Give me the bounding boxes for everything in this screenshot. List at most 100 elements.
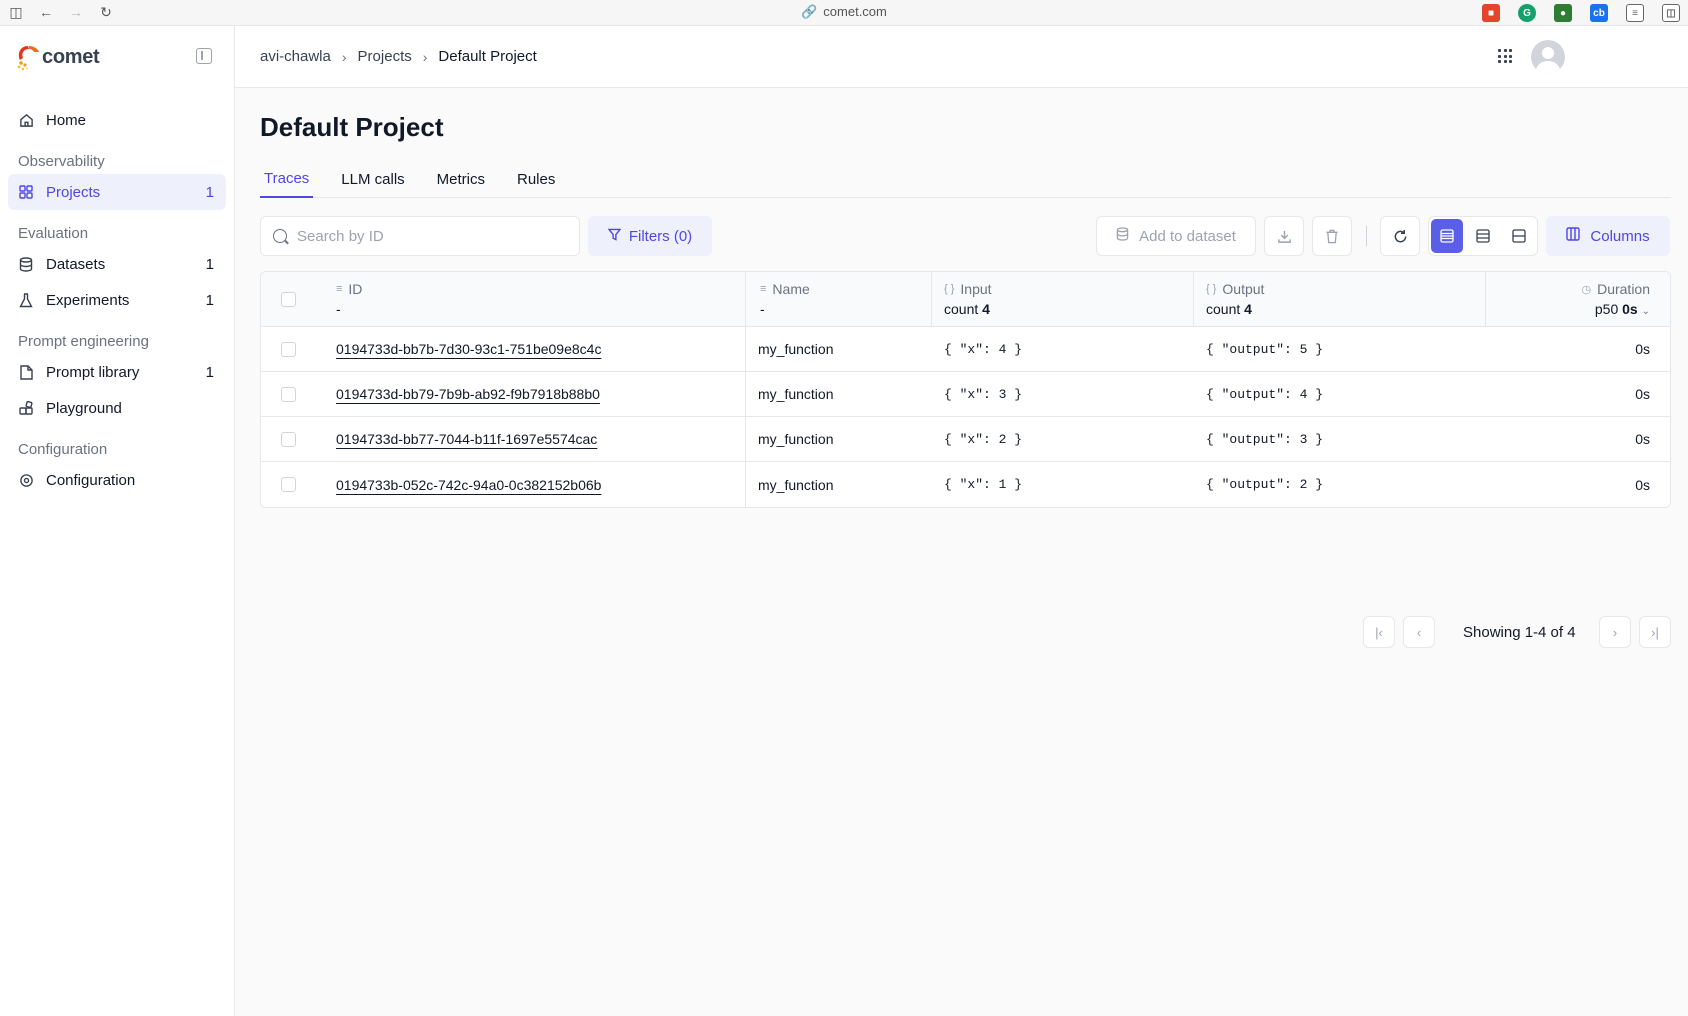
trash-icon bbox=[1326, 229, 1338, 243]
density-large-button[interactable] bbox=[1503, 219, 1535, 253]
sidebar-item-label: Home bbox=[46, 111, 87, 129]
last-page-button[interactable]: ›| bbox=[1639, 616, 1671, 648]
trace-input: { "x": 4 } bbox=[944, 341, 1023, 357]
rows-compact-icon bbox=[1440, 229, 1454, 243]
table-row[interactable]: 0194733b-052c-742c-94a0-0c382152b06b my_… bbox=[261, 462, 1670, 507]
next-page-button[interactable]: › bbox=[1599, 616, 1631, 648]
trace-id-link[interactable]: 0194733d-bb79-7b9b-ab92-f9b7918b88b0 bbox=[336, 386, 600, 402]
extension-icon[interactable]: ≡ bbox=[1626, 4, 1644, 22]
sidebar-item-label: Configuration bbox=[46, 471, 136, 489]
filters-label: Filters (0) bbox=[628, 227, 693, 245]
split-view-icon[interactable]: ◫ bbox=[1662, 4, 1680, 22]
sidebar-item-experiments[interactable]: Experiments 1 bbox=[8, 282, 226, 318]
avatar[interactable] bbox=[1531, 40, 1565, 74]
columns-button[interactable]: Columns bbox=[1546, 216, 1670, 256]
row-checkbox[interactable] bbox=[281, 386, 296, 402]
trace-duration: 0s bbox=[1635, 386, 1650, 402]
extension-icon[interactable]: cb bbox=[1590, 4, 1608, 22]
sidebar-item-configuration[interactable]: Configuration bbox=[8, 462, 226, 498]
search-input[interactable] bbox=[297, 227, 567, 245]
logo[interactable]: comet bbox=[0, 26, 234, 88]
tab-traces[interactable]: Traces bbox=[260, 160, 314, 198]
select-all-cell bbox=[281, 272, 296, 326]
filters-button[interactable]: Filters (0) bbox=[588, 216, 712, 256]
pagination: |‹ ‹ Showing 1-4 of 4 › ›| bbox=[1363, 616, 1671, 650]
page-title: Default Project bbox=[260, 112, 444, 142]
trace-duration: 0s bbox=[1635, 476, 1650, 493]
add-to-dataset-button[interactable]: Add to dataset bbox=[1096, 216, 1256, 256]
refresh-icon bbox=[1394, 229, 1406, 242]
grammarly-icon[interactable]: G bbox=[1518, 4, 1536, 22]
table-row[interactable]: 0194733d-bb7b-7d30-93c1-751be09e8c4c my_… bbox=[261, 327, 1670, 372]
collapse-sidebar-icon[interactable] bbox=[196, 48, 212, 64]
section-evaluation: Evaluation bbox=[18, 225, 89, 242]
breadcrumb: avi-chawla › Projects › Default Project bbox=[260, 48, 537, 65]
row-checkbox[interactable] bbox=[281, 431, 296, 447]
first-page-icon: |‹ bbox=[1375, 624, 1383, 640]
logo-text: comet bbox=[42, 45, 100, 68]
sidebar-item-projects[interactable]: Projects 1 bbox=[8, 174, 226, 210]
extension-icon[interactable]: ■ bbox=[1482, 4, 1500, 22]
tabs: Traces LLM calls Metrics Rules bbox=[260, 160, 1671, 198]
trace-id-link[interactable]: 0194733d-bb7b-7d30-93c1-751be09e8c4c bbox=[336, 341, 601, 357]
breadcrumb-projects[interactable]: Projects bbox=[358, 48, 412, 65]
chevron-down-icon[interactable]: ⌄ bbox=[1642, 306, 1650, 317]
sidebar-item-home[interactable]: Home bbox=[8, 102, 226, 138]
breadcrumb-workspace[interactable]: avi-chawla bbox=[260, 48, 331, 65]
column-header-duration[interactable]: ◷ Duration p50 0s ⌄ bbox=[1581, 281, 1650, 317]
flask-icon bbox=[18, 292, 34, 308]
gear-icon bbox=[18, 472, 34, 488]
search-box[interactable] bbox=[260, 216, 580, 256]
trace-name: my_function bbox=[758, 431, 834, 447]
braces-icon: { } bbox=[944, 283, 955, 295]
columns-icon bbox=[1566, 227, 1581, 245]
sidebar-item-prompt-library[interactable]: Prompt library 1 bbox=[8, 354, 226, 390]
trace-input: { "x": 3 } bbox=[944, 386, 1023, 402]
column-title: Name bbox=[772, 281, 810, 297]
sidebar-item-count: 1 bbox=[205, 363, 214, 381]
column-header-id[interactable]: ≡ ID - bbox=[336, 281, 362, 317]
first-page-button[interactable]: |‹ bbox=[1363, 616, 1395, 648]
table-row[interactable]: 0194733d-bb79-7b9b-ab92-f9b7918b88b0 my_… bbox=[261, 372, 1670, 417]
column-stat: - bbox=[760, 301, 765, 317]
density-medium-button[interactable] bbox=[1467, 219, 1499, 253]
density-compact-button[interactable] bbox=[1431, 219, 1463, 253]
url-bar[interactable]: 🔗 comet.com bbox=[0, 4, 1688, 20]
tab-llm-calls[interactable]: LLM calls bbox=[337, 160, 408, 198]
row-checkbox[interactable] bbox=[281, 477, 296, 492]
row-checkbox[interactable] bbox=[281, 341, 296, 357]
database-icon bbox=[1116, 227, 1129, 245]
apps-grid-icon[interactable] bbox=[1498, 49, 1512, 63]
extension-icon[interactable]: ● bbox=[1554, 4, 1572, 22]
database-icon bbox=[18, 256, 34, 272]
column-stat: - bbox=[336, 301, 341, 317]
refresh-button[interactable] bbox=[1380, 216, 1420, 256]
table-row[interactable]: 0194733d-bb77-7044-b11f-1697e5574cac my_… bbox=[261, 417, 1670, 462]
prev-page-button[interactable]: ‹ bbox=[1403, 616, 1435, 648]
sidebar-item-playground[interactable]: Playground bbox=[8, 390, 226, 426]
trace-name: my_function bbox=[758, 476, 834, 493]
tab-metrics[interactable]: Metrics bbox=[433, 160, 489, 198]
sidebar-item-label: Experiments bbox=[46, 291, 130, 309]
sidebar-item-count: 1 bbox=[205, 291, 214, 309]
tab-rules[interactable]: Rules bbox=[513, 160, 559, 198]
home-icon bbox=[18, 112, 34, 128]
trace-output: { "output": 3 } bbox=[1206, 431, 1324, 447]
delete-button[interactable] bbox=[1312, 216, 1352, 256]
trace-id-link[interactable]: 0194733b-052c-742c-94a0-0c382152b06b bbox=[336, 477, 601, 493]
sidebar-item-count: 1 bbox=[205, 255, 214, 273]
row-density-toggle bbox=[1428, 216, 1538, 256]
column-stat-label: p50 bbox=[1594, 301, 1619, 317]
select-all-checkbox[interactable] bbox=[281, 291, 296, 307]
column-stat-value: 0s bbox=[1622, 301, 1638, 317]
column-header-output[interactable]: { } Output count 4 bbox=[1206, 281, 1264, 317]
download-button[interactable] bbox=[1264, 216, 1304, 256]
column-header-input[interactable]: { } Input count 4 bbox=[944, 281, 992, 317]
column-divider bbox=[1485, 272, 1486, 326]
trace-duration: 0s bbox=[1635, 431, 1650, 447]
columns-label: Columns bbox=[1590, 227, 1650, 245]
column-header-name[interactable]: ≡ Name - bbox=[760, 281, 810, 317]
trace-id-link[interactable]: 0194733d-bb77-7044-b11f-1697e5574cac bbox=[336, 431, 597, 447]
sidebar-item-datasets[interactable]: Datasets 1 bbox=[8, 246, 226, 282]
table-header: ≡ ID - ≡ Name - { } Input count 4 { } Output… bbox=[261, 272, 1670, 327]
